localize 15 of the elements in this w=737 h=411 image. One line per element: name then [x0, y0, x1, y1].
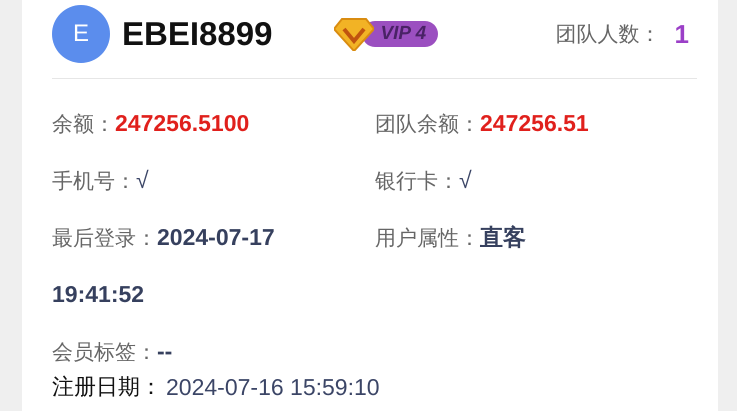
info-field: 会员标签：-- [52, 340, 172, 364]
registration-label: 注册日期： [52, 374, 162, 402]
info-field: 余额：247256.5100 [52, 112, 250, 136]
username: EBEI8899 [122, 15, 272, 53]
info-field: 银行卡：√ [375, 169, 472, 193]
info-field: 手机号：√ [52, 169, 149, 193]
diamond-icon [334, 17, 374, 51]
registration-value: 2024-07-16 15:59:10 [166, 374, 380, 400]
info-field: 团队余额：247256.51 [375, 112, 589, 136]
team-size-value: 1 [674, 18, 689, 50]
info-field: 用户属性：直客 [375, 226, 526, 250]
avatar: E [52, 5, 110, 63]
team-size-label: 团队人数： [556, 21, 661, 48]
vip-badge: VIP 4 [362, 21, 438, 47]
info-field: 最后登录：2024-07-17 19:41:52 [52, 226, 275, 307]
